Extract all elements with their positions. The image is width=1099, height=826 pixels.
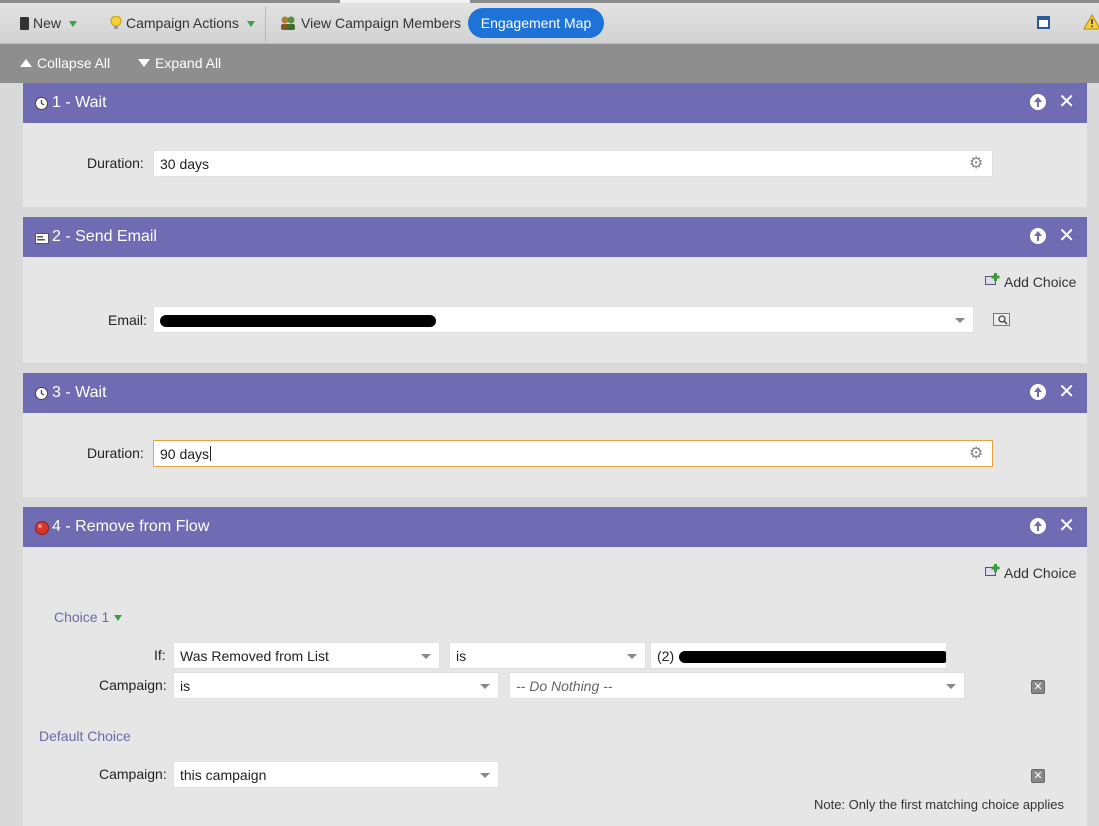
new-icon — [20, 16, 29, 30]
active-tab-highlight — [340, 0, 470, 3]
campaign-operator-value: is — [180, 677, 191, 694]
chevron-down-icon — [627, 654, 637, 659]
step-title: 1 - Wait — [52, 94, 107, 111]
duration-input[interactable]: 30 days ⚙ — [153, 150, 993, 177]
stop-icon — [35, 520, 49, 535]
if-operator-value: is — [456, 647, 467, 664]
people-icon — [279, 15, 297, 31]
redaction-mark — [679, 651, 946, 663]
close-icon[interactable]: ✕ — [1058, 516, 1075, 536]
duration-label: Duration: — [87, 155, 144, 171]
step-header[interactable]: 4 - Remove from Flow ✕ — [23, 507, 1087, 547]
add-choice-button[interactable]: Add Choice — [985, 564, 1076, 581]
flow-step-3: 3 - Wait ✕ Duration: 90 days ⚙ — [23, 373, 1087, 497]
campaign-actions-label: Campaign Actions — [126, 15, 239, 31]
collapse-all-label: Collapse All — [37, 55, 111, 71]
step-header[interactable]: 2 - Send Email ✕ — [23, 217, 1087, 257]
top-strip — [0, 0, 1099, 3]
gear-icon[interactable]: ⚙ — [969, 156, 984, 172]
add-choice-button[interactable]: Add Choice — [985, 273, 1076, 290]
email-label: Email: — [108, 312, 147, 328]
close-icon[interactable]: ✕ — [1058, 226, 1075, 246]
chevron-down-icon — [955, 318, 965, 323]
if-list-prefix: (2) — [657, 647, 675, 664]
flow-step-1: 1 - Wait ✕ Duration: 30 days ⚙ — [23, 83, 1087, 207]
preview-email-icon[interactable] — [993, 313, 1011, 326]
if-field-value: Was Removed from List — [180, 647, 329, 664]
step-title: 4 - Remove from Flow — [52, 518, 210, 535]
campaign-label: Campaign: — [99, 677, 167, 693]
campaign-actions-button[interactable]: Campaign Actions — [110, 13, 255, 33]
first-match-note: Note: Only the first matching choice app… — [814, 797, 1065, 812]
engagement-map-button[interactable]: Engagement Map — [468, 8, 604, 38]
if-operator-select[interactable]: is — [449, 642, 646, 669]
window-icon[interactable] — [1037, 16, 1050, 29]
flow-step-4: 4 - Remove from Flow ✕ Add Choice Choice… — [23, 507, 1087, 826]
add-choice-label: Add Choice — [1004, 273, 1077, 290]
warning-icon[interactable] — [1083, 13, 1099, 30]
add-choice-icon — [985, 273, 1001, 290]
if-list-value-input[interactable]: (2) — [650, 642, 947, 669]
if-field-select[interactable]: Was Removed from List — [173, 642, 440, 669]
step-header[interactable]: 3 - Wait ✕ — [23, 373, 1087, 413]
campaign-action-select[interactable]: -- Do Nothing -- — [509, 672, 965, 699]
view-members-label: View Campaign Members — [301, 15, 462, 31]
flow-step-2: 2 - Send Email ✕ Add Choice Email: — [23, 217, 1087, 363]
default-campaign-select[interactable]: this campaign — [173, 761, 499, 788]
duration-value: 90 days — [160, 445, 210, 462]
lightbulb-icon — [110, 15, 122, 30]
move-up-icon[interactable] — [1030, 228, 1047, 244]
duration-value: 30 days — [160, 155, 210, 172]
move-up-icon[interactable] — [1030, 94, 1047, 110]
default-choice-label: Default Choice — [39, 728, 131, 744]
default-campaign-label: Campaign: — [99, 766, 167, 782]
text-cursor — [210, 446, 212, 461]
move-up-icon[interactable] — [1030, 384, 1047, 400]
if-label: If: — [154, 647, 166, 663]
redaction-mark — [160, 315, 436, 327]
campaign-operator-select[interactable]: is — [173, 672, 499, 699]
close-icon[interactable]: ✕ — [1058, 382, 1075, 402]
default-campaign-value: this campaign — [180, 766, 267, 783]
choice-1-label: Choice 1 — [54, 609, 110, 625]
chevron-down-icon — [480, 684, 490, 689]
chevron-down-icon — [114, 615, 123, 621]
main-toolbar: New Campaign Actions View Campaign Membe… — [0, 0, 1099, 44]
add-choice-icon — [985, 564, 1001, 581]
choice-1-toggle[interactable]: Choice 1 — [54, 609, 123, 625]
chevron-down-icon — [69, 21, 78, 27]
toolbar-divider — [265, 6, 266, 42]
collapse-expand-bar: Collapse All Expand All — [0, 44, 1099, 83]
expand-icon — [138, 59, 150, 67]
step-header[interactable]: 1 - Wait ✕ — [23, 83, 1087, 123]
email-icon — [35, 231, 49, 244]
remove-choice-icon[interactable]: ✕ — [1031, 680, 1045, 694]
expand-all-button[interactable]: Expand All — [138, 55, 221, 71]
clock-icon — [35, 96, 48, 110]
collapse-all-button[interactable]: Collapse All — [20, 55, 110, 71]
clock-icon — [35, 386, 48, 400]
campaign-action-value: -- Do Nothing -- — [516, 677, 613, 694]
view-campaign-members-button[interactable]: View Campaign Members — [279, 13, 461, 33]
email-select[interactable] — [153, 306, 974, 333]
new-label: New — [33, 15, 62, 31]
chevron-down-icon — [246, 21, 255, 27]
add-choice-label: Add Choice — [1004, 564, 1077, 581]
gear-icon[interactable]: ⚙ — [969, 446, 984, 462]
step-title: 2 - Send Email — [52, 228, 157, 245]
step-title: 3 - Wait — [52, 384, 107, 401]
chevron-down-icon — [421, 654, 431, 659]
expand-all-label: Expand All — [155, 55, 222, 71]
remove-default-icon[interactable]: ✕ — [1031, 769, 1045, 783]
duration-label: Duration: — [87, 445, 144, 461]
collapse-icon — [20, 59, 32, 67]
duration-input[interactable]: 90 days ⚙ — [153, 440, 993, 467]
chevron-down-icon — [480, 773, 490, 778]
new-menu-button[interactable]: New — [20, 13, 78, 33]
move-up-icon[interactable] — [1030, 518, 1047, 534]
close-icon[interactable]: ✕ — [1058, 92, 1075, 112]
chevron-down-icon — [946, 684, 956, 689]
